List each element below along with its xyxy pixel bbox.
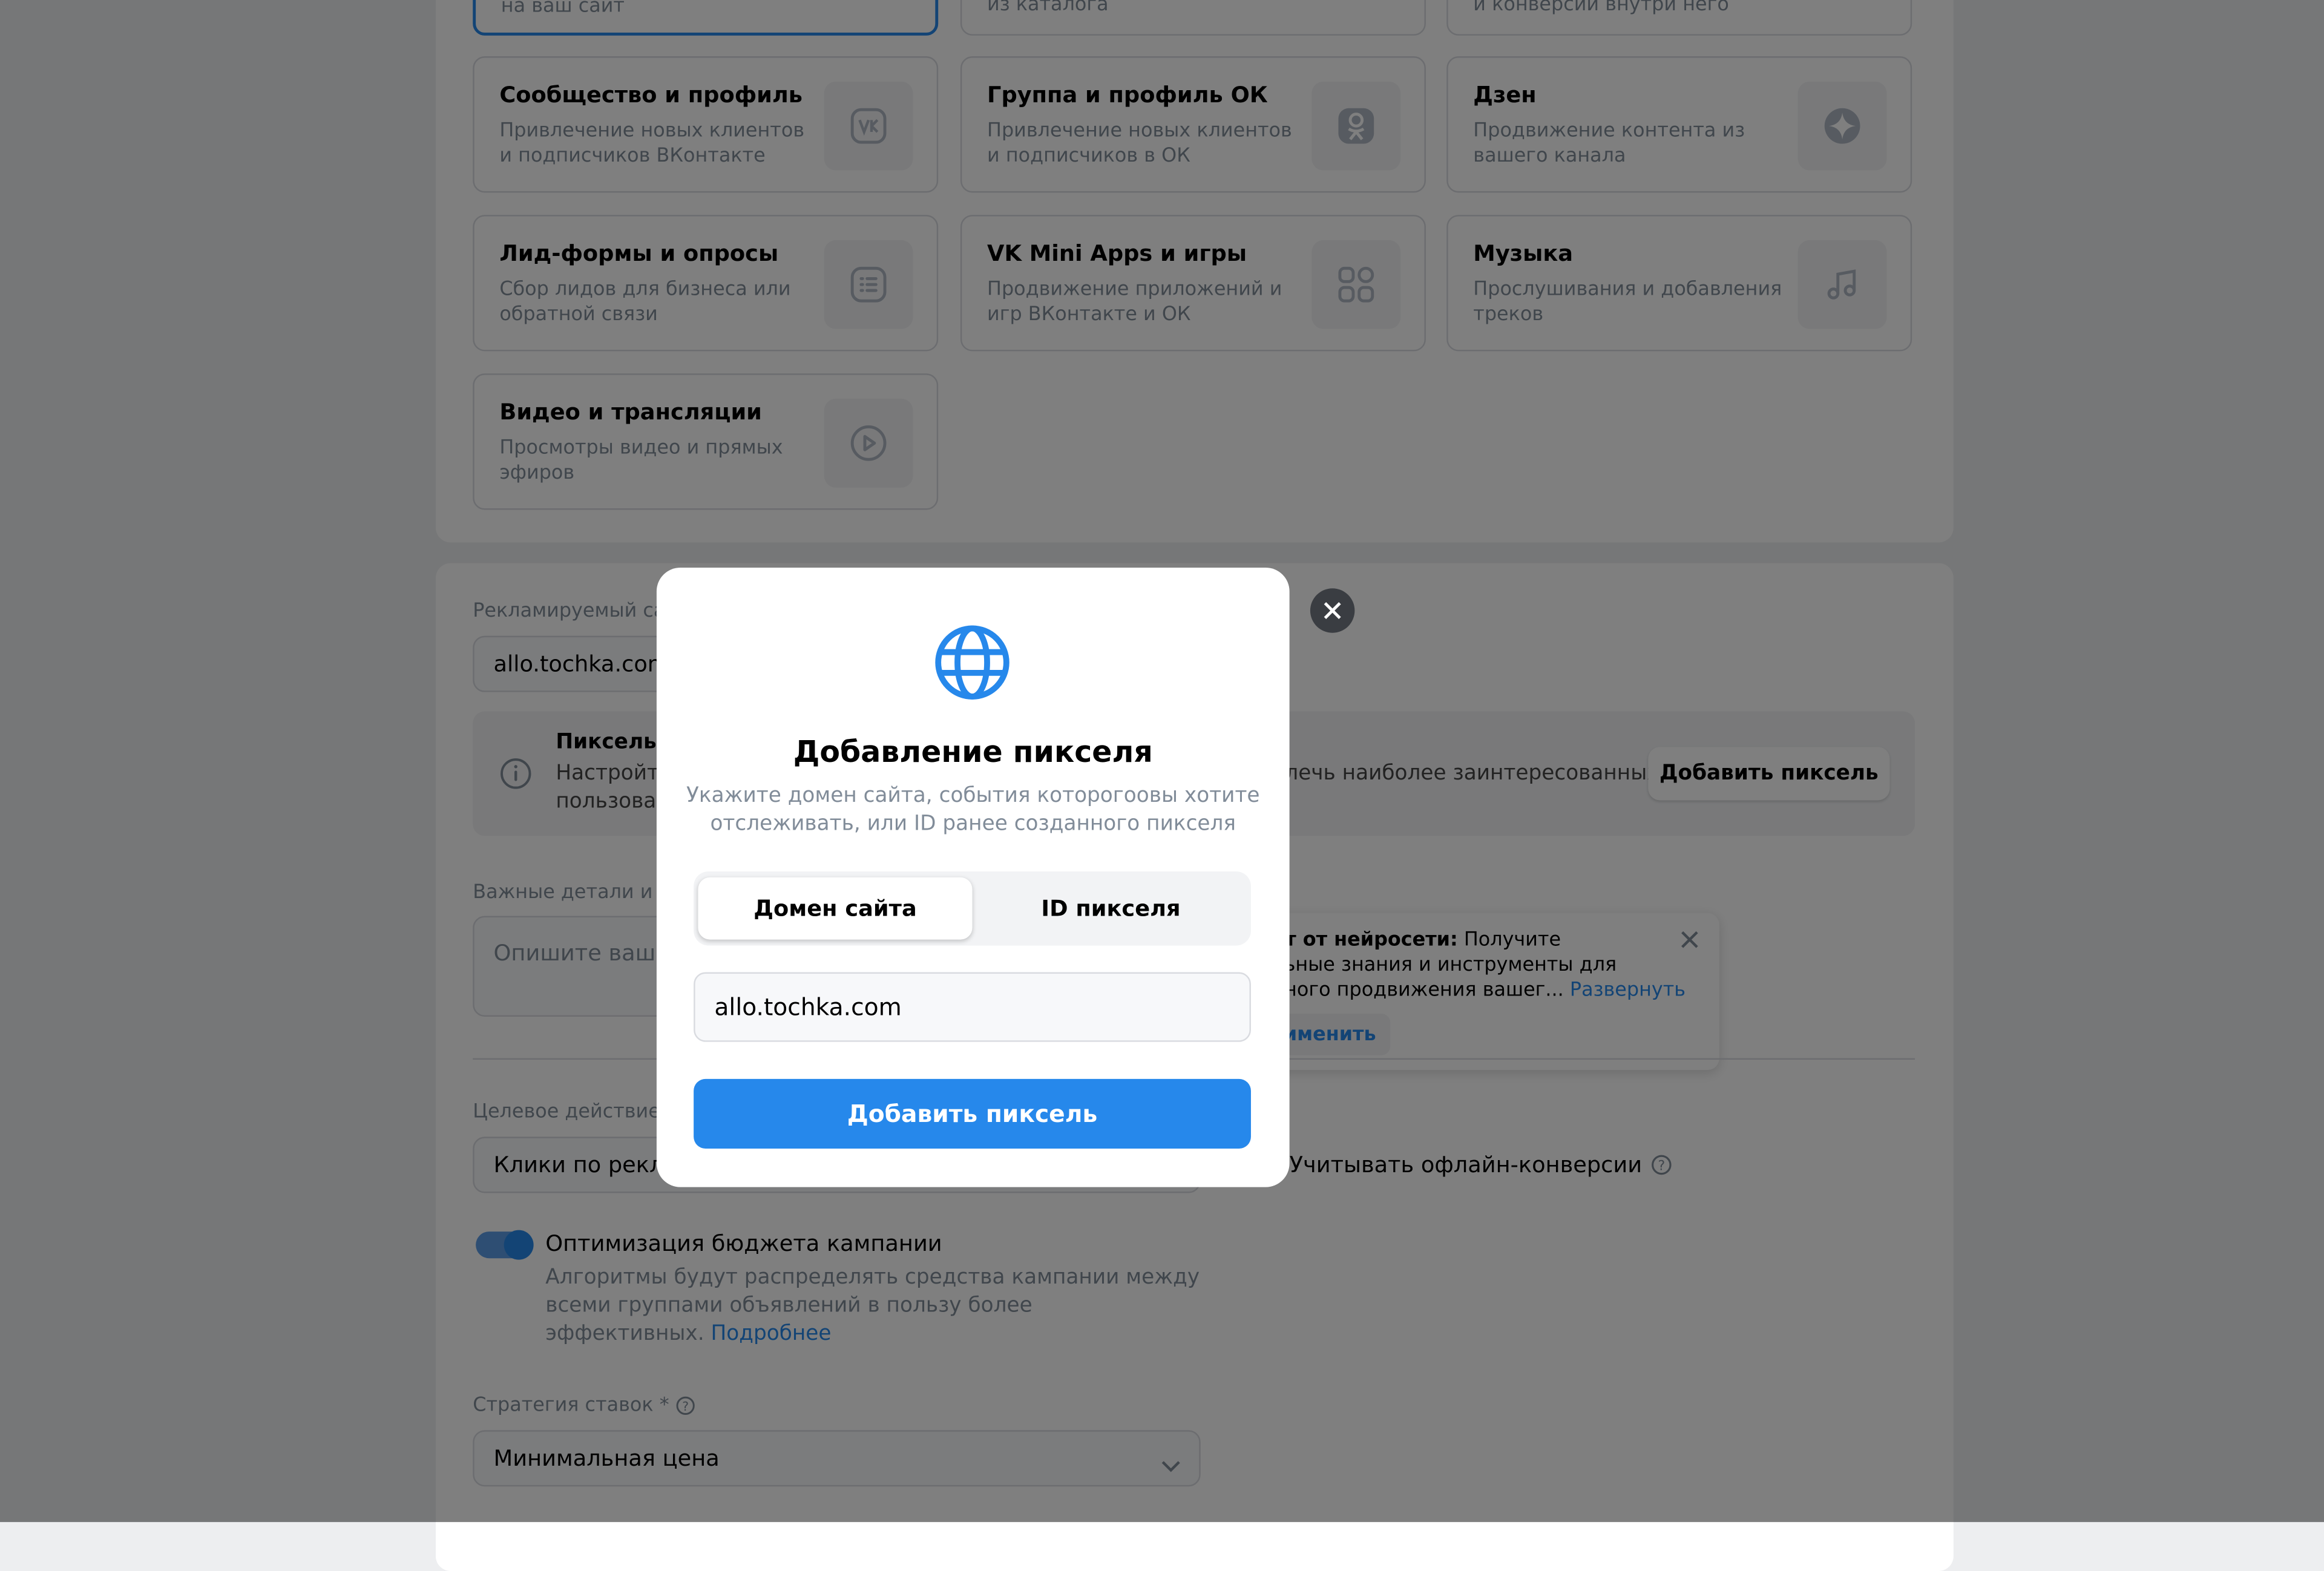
modal-subtitle1: Укажите домен сайта, события которогоовы… xyxy=(686,784,1260,808)
globe-icon xyxy=(934,624,1011,707)
close-modal-button[interactable] xyxy=(1310,588,1355,633)
tab-pixel-id[interactable]: ID пикселя xyxy=(974,877,1248,940)
add-pixel-submit[interactable]: Добавить пиксель xyxy=(694,1078,1251,1149)
close-icon xyxy=(1324,602,1341,619)
domain-input[interactable]: allo.tochka.com xyxy=(694,972,1251,1042)
modal-title: Добавление пикселя xyxy=(793,733,1153,770)
tab-domain[interactable]: Домен сайта xyxy=(698,877,973,940)
add-pixel-modal: Добавление пикселя Укажите домен сайта, … xyxy=(656,567,1290,1187)
tab-switcher: Домен сайта ID пикселя xyxy=(694,871,1251,946)
page: на ваш сайт из каталога и конверсии внут… xyxy=(0,0,2324,1571)
modal-subtitle2: отслеживать, или ID ранее созданного пик… xyxy=(710,812,1236,836)
